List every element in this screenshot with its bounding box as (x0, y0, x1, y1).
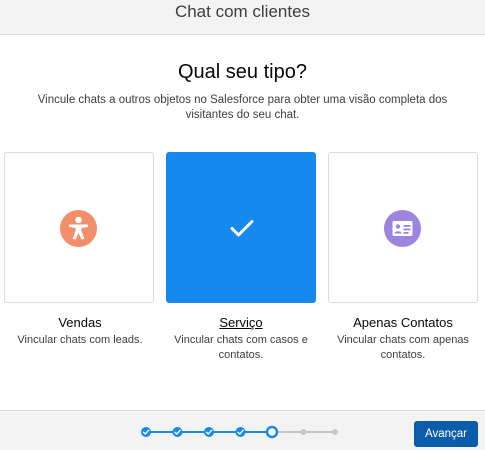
card-apenas-contatos[interactable] (328, 152, 478, 303)
contact-card-icon (384, 210, 421, 247)
progress-step-complete-icon[interactable] (235, 427, 246, 437)
modal-footer: Avançar (0, 410, 485, 450)
progress-step-complete-icon[interactable] (172, 427, 183, 437)
card-vendas-label: Vendas Vincular chats com leads. (0, 315, 160, 348)
progress-step-complete-icon[interactable] (141, 427, 151, 437)
page-description: Vincule chats a outros objetos no Salesf… (37, 94, 448, 121)
next-button[interactable]: Avançar (414, 421, 478, 447)
checkmark-icon (227, 213, 257, 243)
card-servico[interactable] (166, 152, 316, 303)
progress-step-current[interactable] (265, 425, 279, 439)
card-vendas[interactable] (4, 152, 154, 303)
modal-body: Qual seu tipo? Vincule chats a outros ob… (0, 35, 485, 410)
progress-indicator (138, 424, 338, 440)
card-title: Serviço (219, 315, 263, 330)
card-subtitle: Vincular chats com apenas contatos. (337, 334, 469, 361)
card-subtitle: Vincular chats com leads. (17, 334, 143, 346)
person-icon (60, 210, 97, 247)
card-subtitle: Vincular chats com casos e contatos. (174, 334, 308, 361)
modal-header: Chat com clientes (0, 0, 485, 35)
card-servico-label: Serviço Vincular chats com casos e conta… (161, 315, 321, 363)
card-title: Apenas Contatos (353, 315, 453, 330)
card-title: Vendas (58, 315, 102, 330)
page-question: Qual seu tipo? (178, 61, 307, 83)
progress-step-complete-icon[interactable] (204, 427, 214, 437)
progress-step-incomplete (300, 429, 307, 435)
card-apenas-contatos-label: Apenas Contatos Vincular chats com apena… (323, 315, 483, 363)
modal-title: Chat com clientes (174, 2, 311, 21)
progress-step-incomplete (332, 429, 338, 435)
